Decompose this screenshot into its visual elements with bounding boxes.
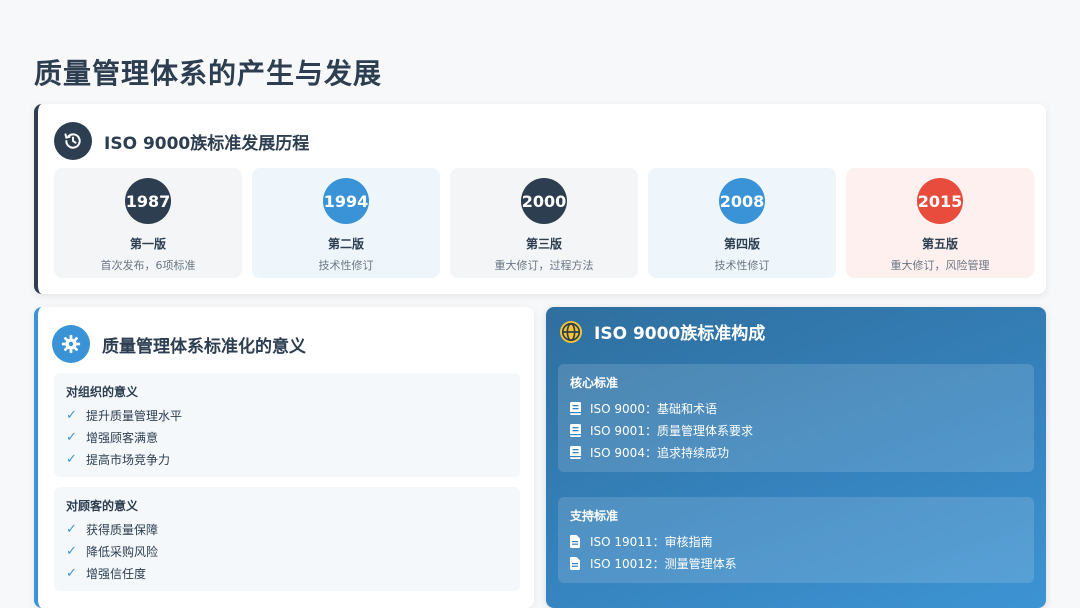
item-label: 增强信任度 — [86, 566, 147, 581]
gear-icon — [52, 325, 90, 363]
check-icon: ✓ — [66, 429, 77, 445]
year-badge: 2000 — [521, 178, 567, 224]
item-label: ISO 10012：测量管理体系 — [590, 556, 737, 571]
timeline-header: ISO 9000族标准发展历程 — [54, 122, 309, 160]
structure-header: ISO 9000族标准构成 — [560, 319, 765, 344]
list-item: ✓ 增强信任度 — [66, 562, 508, 584]
check-icon: ✓ — [66, 451, 77, 467]
version-desc: 技术性修订 — [714, 259, 770, 272]
list-item: ✓ 提高市场竞争力 — [66, 448, 508, 470]
item-label: 增强顾客满意 — [86, 430, 159, 445]
version-name: 第四版 — [723, 237, 760, 251]
version-name: 第五版 — [921, 237, 958, 251]
support-standards-block: 支持标准 ISO 19011：审核指南 ISO 10012：测量管理体系 — [558, 497, 1034, 583]
item-label: ISO 9000：基础和术语 — [590, 401, 717, 416]
check-icon: ✓ — [66, 543, 77, 559]
significance-header: 质量管理体系标准化的意义 — [52, 325, 306, 363]
timeline-title: ISO 9000族标准发展历程 — [104, 133, 310, 154]
year-badge: 2015 — [917, 178, 963, 224]
file-icon — [570, 556, 590, 570]
block-title: 对组织的意义 — [66, 385, 139, 399]
list-item: ✓ 获得质量保障 — [66, 518, 508, 540]
page-title: 质量管理体系的产生与发展 — [34, 57, 383, 90]
year-badge: 1994 — [323, 178, 369, 224]
timeline-card: ISO 9000族标准发展历程 1987 第一版 首次发布，6项标准 1994 … — [34, 104, 1046, 294]
structure-card: ISO 9000族标准构成 核心标准 ISO 9000：基础和术语 ISO 90… — [546, 307, 1046, 608]
version-card-2008: 2008 第四版 技术性修订 — [648, 168, 836, 278]
history-icon — [54, 122, 92, 160]
year-badge: 2008 — [719, 178, 765, 224]
org-significance-block: 对组织的意义 ✓ 提升质量管理水平 ✓ 增强顾客满意 ✓ 提高市场竞争力 — [54, 373, 520, 477]
check-icon: ✓ — [66, 521, 77, 537]
block-title: 核心标准 — [570, 376, 619, 390]
significance-card: 质量管理体系标准化的意义 对组织的意义 ✓ 提升质量管理水平 ✓ 增强顾客满意 … — [34, 307, 534, 608]
year-badge: 1987 — [125, 178, 171, 224]
structure-title: ISO 9000族标准构成 — [594, 324, 766, 344]
file-icon — [570, 534, 590, 548]
core-standards-block: 核心标准 ISO 9000：基础和术语 ISO 9001：质量管理体系要求 IS… — [558, 364, 1034, 472]
item-label: 提高市场竞争力 — [86, 452, 171, 467]
block-title: 支持标准 — [570, 509, 619, 523]
list-item: ✓ 提升质量管理水平 — [66, 404, 508, 426]
list-item: ISO 19011：审核指南 — [570, 530, 1022, 552]
item-label: 获得质量保障 — [86, 522, 159, 537]
version-desc: 重大修订，过程方法 — [494, 259, 594, 272]
item-label: ISO 9004：追求持续成功 — [590, 445, 729, 460]
version-name: 第一版 — [129, 237, 166, 251]
check-icon: ✓ — [66, 407, 77, 423]
item-label: ISO 19011：审核指南 — [590, 534, 713, 549]
book-icon — [570, 445, 590, 459]
version-card-2000: 2000 第三版 重大修订，过程方法 — [450, 168, 638, 278]
significance-title: 质量管理体系标准化的意义 — [102, 336, 306, 357]
version-card-2015: 2015 第五版 重大修订，风险管理 — [846, 168, 1034, 278]
version-list: 1987 第一版 首次发布，6项标准 1994 第二版 技术性修订 2000 第… — [54, 168, 1034, 278]
item-label: ISO 9001：质量管理体系要求 — [590, 423, 753, 438]
list-item: ISO 9004：追求持续成功 — [570, 441, 1022, 463]
version-desc: 首次发布，6项标准 — [100, 259, 196, 272]
version-desc: 技术性修订 — [318, 259, 374, 272]
version-name: 第二版 — [327, 237, 364, 251]
globe-icon — [560, 320, 582, 343]
version-name: 第三版 — [525, 237, 562, 251]
version-card-1987: 1987 第一版 首次发布，6项标准 — [54, 168, 242, 278]
check-icon: ✓ — [66, 565, 77, 581]
list-item: ✓ 降低采购风险 — [66, 540, 508, 562]
list-item: ✓ 增强顾客满意 — [66, 426, 508, 448]
version-desc: 重大修订，风险管理 — [890, 259, 990, 272]
customer-significance-block: 对顾客的意义 ✓ 获得质量保障 ✓ 降低采购风险 ✓ 增强信任度 — [54, 487, 520, 591]
version-card-1994: 1994 第二版 技术性修订 — [252, 168, 440, 278]
item-label: 降低采购风险 — [86, 544, 159, 559]
book-icon — [570, 423, 590, 437]
list-item: ISO 9000：基础和术语 — [570, 397, 1022, 419]
list-item: ISO 9001：质量管理体系要求 — [570, 419, 1022, 441]
book-icon — [570, 401, 590, 415]
item-label: 提升质量管理水平 — [86, 408, 183, 423]
block-title: 对顾客的意义 — [66, 499, 139, 513]
list-item: ISO 10012：测量管理体系 — [570, 552, 1022, 574]
